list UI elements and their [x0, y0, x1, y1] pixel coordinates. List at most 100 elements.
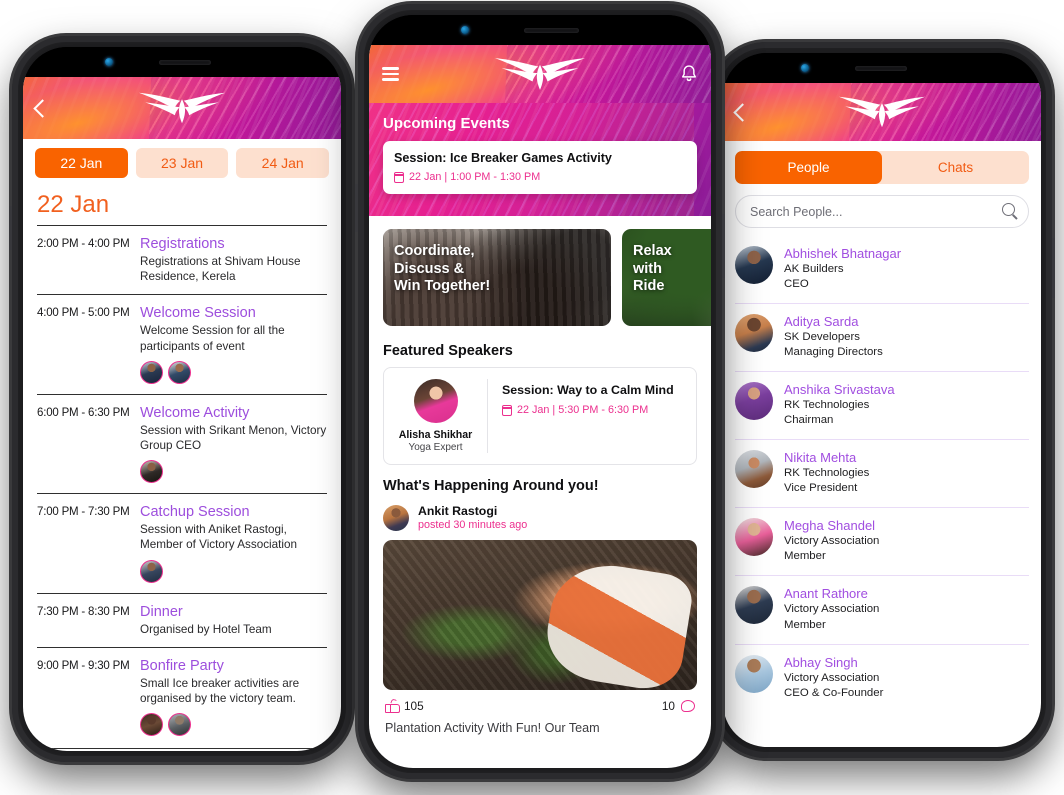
promo-card-carousel[interactable]: Coordinate, Discuss & Win Together! Rela… — [369, 216, 711, 330]
comment-button[interactable]: 10 — [662, 699, 695, 713]
avatar[interactable] — [140, 713, 163, 737]
phone-left-agenda: 22 Jan 23 Jan 24 Jan 22 Jan 2:00 PM - 4:… — [9, 36, 352, 762]
day-tab-1[interactable]: 23 Jan — [135, 148, 229, 178]
session-desc: Small Ice breaker activities are organis… — [140, 676, 300, 706]
avatar[interactable] — [140, 360, 163, 384]
speaker-name: Alisha Shikhar — [398, 429, 473, 441]
person-avatar[interactable] — [735, 382, 773, 421]
phone-power-button — [1052, 238, 1055, 298]
speaker-card[interactable]: Alisha Shikhar Yoga Expert Session: Way … — [383, 367, 697, 465]
front-camera-icon — [461, 26, 469, 34]
person-row[interactable]: Anant Rathore Victory Association Member — [735, 576, 1029, 645]
person-role: CEO — [784, 278, 809, 291]
person-role: Vice President — [784, 482, 858, 495]
agenda-row[interactable]: 9:00 PM - 9:30 PM Bonfire Party Small Ic… — [37, 646, 327, 746]
comment-bubble-icon — [681, 700, 695, 712]
agenda-row[interactable]: 4:00 PM - 5:00 PM Welcome Session Welcom… — [37, 294, 327, 393]
thumbs-up-icon — [385, 697, 400, 713]
session-desc: Session with Srikant Menon, Victory Grou… — [140, 423, 327, 453]
person-avatar[interactable] — [735, 654, 773, 693]
people-screen: People Chats Abhishek Bhatnagar AK Build… — [723, 83, 1041, 747]
promo-card-0[interactable]: Coordinate, Discuss & Win Together! — [383, 229, 611, 326]
agenda-row[interactable]: 6:00 PM - 6:30 PM Welcome Activity Sessi… — [37, 393, 327, 493]
avatar[interactable] — [168, 713, 191, 737]
session-time: 2:00 PM - 4:00 PM — [37, 238, 130, 250]
promo-card-1[interactable]: Relax with Ride — [622, 229, 711, 326]
session-title[interactable]: Dinner — [140, 604, 327, 620]
person-name[interactable]: Anshika Srivastava — [784, 382, 895, 397]
person-avatar[interactable] — [735, 450, 773, 489]
people-app-header — [723, 83, 1041, 141]
session-title[interactable]: Registrations — [140, 236, 327, 252]
tab-chats[interactable]: Chats — [882, 151, 1029, 184]
phone-bezel: Upcoming Events Session: Ice Breaker Gam… — [369, 15, 711, 768]
session-desc: Organised by Hotel Team — [140, 622, 272, 636]
speaker-session-meta: 22 Jan | 5:30 PM - 6:30 PM — [501, 404, 684, 416]
person-role: CEO & Co-Founder — [784, 686, 884, 699]
person-row[interactable]: Megha Shandel Victory Association Member — [735, 508, 1029, 577]
search-people-bar[interactable] — [735, 195, 1029, 228]
phone-center-home: Upcoming Events Session: Ice Breaker Gam… — [355, 4, 725, 779]
session-title[interactable]: Welcome Activity — [140, 405, 327, 421]
post-author-avatar[interactable] — [383, 504, 409, 531]
person-name[interactable]: Nikita Mehta — [784, 450, 869, 465]
person-name[interactable]: Aditya Sarda — [784, 314, 883, 329]
person-avatar[interactable] — [735, 518, 773, 557]
back-chevron-icon[interactable] — [33, 98, 52, 118]
upcoming-event-card[interactable]: Session: Ice Breaker Games Activity 22 J… — [383, 141, 697, 194]
victory-wings-logo — [495, 58, 585, 90]
phone-bezel: 22 Jan 23 Jan 24 Jan 22 Jan 2:00 PM - 4:… — [23, 47, 341, 751]
avatar[interactable] — [140, 559, 163, 583]
search-icon[interactable] — [1002, 203, 1015, 216]
agenda-row[interactable]: 2:00 PM - 4:00 PM Registrations Registra… — [37, 225, 327, 294]
like-button[interactable]: 105 — [385, 697, 424, 713]
person-row[interactable]: Abhishek Bhatnagar AK Builders CEO — [735, 236, 1029, 305]
person-avatar[interactable] — [735, 246, 773, 284]
session-desc: Welcome Session for all the participants… — [140, 324, 285, 353]
hamburger-menu-icon[interactable] — [382, 64, 399, 84]
person-name[interactable]: Abhishek Bhatnagar — [784, 246, 901, 261]
person-role: Chairman — [784, 414, 834, 427]
day-tab-2[interactable]: 24 Jan — [236, 148, 330, 178]
notification-bell-icon[interactable] — [680, 64, 698, 84]
person-avatar[interactable] — [735, 314, 773, 353]
day-tab-0[interactable]: 22 Jan — [35, 148, 128, 178]
back-chevron-icon[interactable] — [733, 102, 752, 122]
post-author-name: Ankit Rastogi — [418, 504, 498, 518]
agenda-row[interactable]: 7:30 PM - 8:30 PM Dinner Organised by Ho… — [37, 592, 327, 647]
tab-people[interactable]: People — [735, 151, 882, 184]
session-time: 7:30 PM - 8:30 PM — [37, 605, 130, 618]
speaker-avatar — [413, 379, 458, 423]
session-title[interactable]: Welcome Session — [140, 305, 327, 321]
event-title: Session: Ice Breaker Games Activity — [394, 151, 612, 165]
person-name[interactable]: Megha Shandel — [784, 518, 879, 533]
post-author-row[interactable]: Ankit Rastogi posted 30 minutes ago — [383, 502, 697, 540]
session-avatars — [140, 360, 327, 384]
person-row[interactable]: Nikita Mehta RK Technologies Vice Presid… — [735, 440, 1029, 509]
person-company: AK Builders — [784, 263, 844, 275]
avatar[interactable] — [140, 460, 163, 484]
earpiece-speaker — [855, 66, 907, 71]
session-desc: Registrations at Shivam House Residence,… — [140, 255, 301, 284]
phone-bezel: People Chats Abhishek Bhatnagar AK Build… — [723, 53, 1041, 747]
post-action-bar: 105 10 — [383, 690, 697, 719]
phone-power-button — [722, 214, 725, 278]
calendar-icon — [393, 171, 405, 183]
speaker-session-title: Session: Way to a Calm Mind — [502, 383, 674, 397]
session-title[interactable]: Catchup Session — [140, 504, 327, 520]
search-input[interactable] — [750, 204, 1014, 219]
person-role: Managing Directors — [784, 346, 883, 359]
front-camera-icon — [801, 64, 809, 72]
person-avatar[interactable] — [735, 586, 773, 625]
person-row[interactable]: Anshika Srivastava RK Technologies Chair… — [735, 372, 1029, 441]
post-image[interactable] — [383, 540, 697, 690]
session-title[interactable]: Bonfire Party — [140, 658, 327, 674]
person-role: Member — [784, 550, 826, 563]
avatar[interactable] — [168, 360, 191, 384]
person-name[interactable]: Anant Rathore — [784, 586, 879, 601]
agenda-row[interactable]: 7:00 PM - 7:30 PM Catchup Session Sessio… — [37, 493, 327, 592]
person-row[interactable]: Aditya Sarda SK Developers Managing Dire… — [735, 304, 1029, 373]
person-row[interactable]: Abhay Singh Victory Association CEO & Co… — [735, 645, 1029, 712]
person-company: Victory Association — [784, 603, 880, 616]
person-name[interactable]: Abhay Singh — [784, 655, 883, 670]
